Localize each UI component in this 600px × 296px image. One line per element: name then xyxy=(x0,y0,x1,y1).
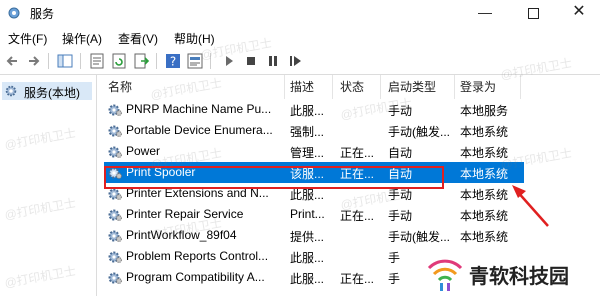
table-row[interactable]: Printer Repair Service Print... 正在... 手动 本地系… xyxy=(104,204,524,225)
service-name: Portable Device Enumera... xyxy=(126,123,273,137)
service-startup-type: 自动 xyxy=(388,146,413,160)
menu-bar: 文件(F) 操作(A) 查看(V) 帮助(H) xyxy=(0,26,600,48)
gear-icon xyxy=(108,146,122,158)
wifi-logo-icon xyxy=(427,259,463,291)
export-icon[interactable] xyxy=(132,52,150,70)
service-description: 强制... xyxy=(290,125,325,139)
gear-icon xyxy=(5,85,17,97)
service-startup-type: 手动(触发... xyxy=(388,230,450,244)
help-icon[interactable]: ? xyxy=(164,52,182,70)
minimize-button[interactable]: — xyxy=(462,0,508,26)
table-row[interactable]: Portable Device Enumera... 强制... 手动(触发... 本… xyxy=(104,120,524,141)
gear-icon xyxy=(108,251,122,263)
app-services-icon xyxy=(8,7,20,19)
service-description: Print... xyxy=(290,207,325,221)
pause-icon[interactable] xyxy=(264,52,282,70)
column-header-description[interactable]: 描述 xyxy=(290,75,333,99)
gear-icon xyxy=(108,230,122,242)
service-name: Program Compatibility A... xyxy=(126,270,265,284)
service-log-on-as: 本地系统 xyxy=(460,188,509,202)
maximize-icon xyxy=(527,8,539,19)
service-name: PNRP Machine Name Pu... xyxy=(126,102,272,116)
service-log-on-as: 本地系统 xyxy=(460,209,509,223)
column-header-status[interactable]: 状态 xyxy=(340,75,381,99)
properties-icon[interactable] xyxy=(88,52,106,70)
window-title: 服务 xyxy=(30,7,55,21)
tree-item-services-local[interactable]: 服务(本地) xyxy=(2,82,92,100)
refresh-icon[interactable] xyxy=(110,52,128,70)
gear-icon xyxy=(108,209,122,221)
gear-icon xyxy=(108,272,122,284)
service-status: 正在... xyxy=(340,272,375,286)
menu-view[interactable]: 查看(V) xyxy=(118,30,158,47)
maximize-button[interactable] xyxy=(510,0,556,26)
svg-text:?: ? xyxy=(170,55,176,69)
tree-item-label: 服务(本地) xyxy=(24,86,80,100)
service-name: Problem Reports Control... xyxy=(126,249,269,263)
gear-icon xyxy=(108,104,122,116)
service-status: 正在... xyxy=(340,146,375,160)
service-log-on-as: 本地服务 xyxy=(460,104,509,118)
logo-text: 青软科技园 xyxy=(469,266,569,288)
brand-logo: 青软科技园 xyxy=(425,252,595,294)
console-tree-icon[interactable] xyxy=(56,52,74,70)
close-button[interactable]: ✕ xyxy=(556,0,600,26)
back-icon[interactable] xyxy=(4,52,22,70)
title-bar: 服务 — ✕ xyxy=(0,0,600,26)
gear-icon xyxy=(108,125,122,137)
service-log-on-as: 本地系统 xyxy=(460,125,509,139)
console-tree: 服务(本地) xyxy=(0,75,97,296)
menu-file[interactable]: 文件(F) xyxy=(8,30,47,47)
forward-icon[interactable] xyxy=(24,52,42,70)
service-description: 此服... xyxy=(290,104,325,118)
service-description: 提供... xyxy=(290,230,325,244)
service-description: 此服... xyxy=(290,272,325,286)
service-description: 此服... xyxy=(290,251,325,265)
service-startup-type: 手动(触发... xyxy=(388,125,450,139)
service-startup-type: 手动 xyxy=(388,209,413,223)
menu-action[interactable]: 操作(A) xyxy=(62,30,102,47)
restart-icon[interactable] xyxy=(286,52,304,70)
service-description: 管理... xyxy=(290,146,325,160)
service-log-on-as: 本地系统 xyxy=(460,230,509,244)
table-row[interactable]: PNRP Machine Name Pu... 此服... 手动 本地服务 xyxy=(104,99,524,120)
